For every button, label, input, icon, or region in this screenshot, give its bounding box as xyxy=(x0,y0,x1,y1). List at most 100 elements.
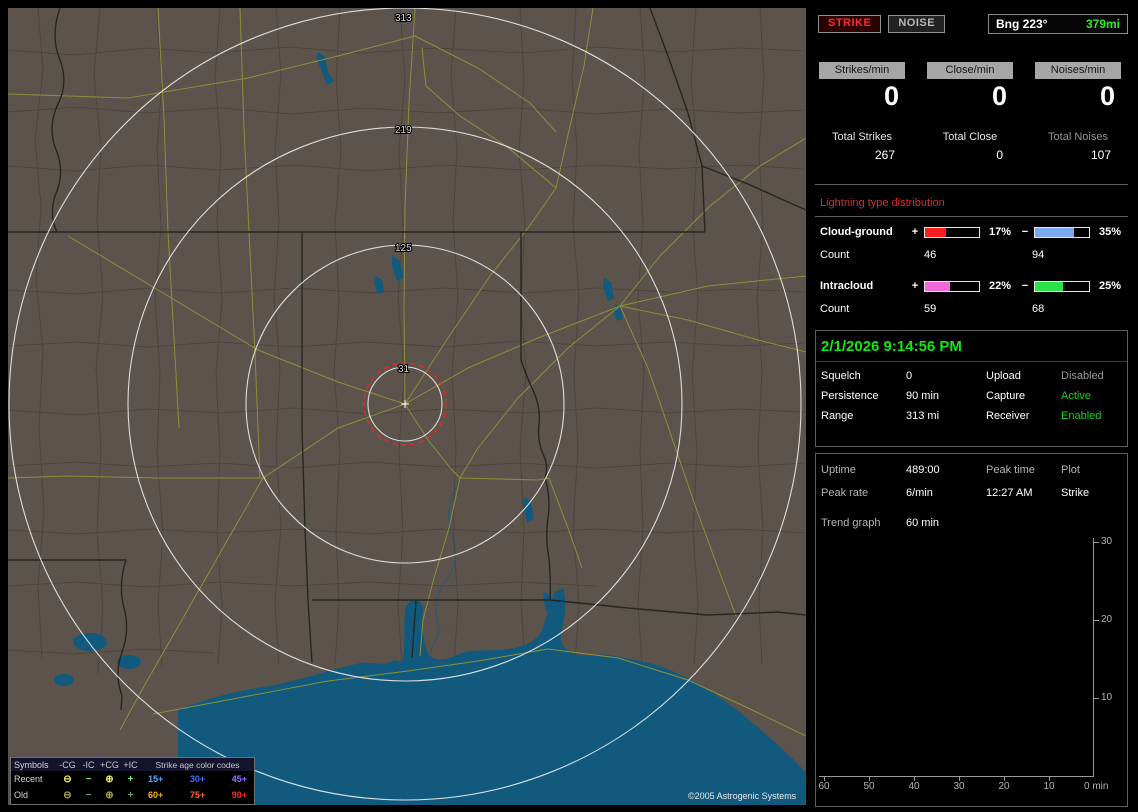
cloud-ground-count-row: Count 46 94 xyxy=(815,249,1130,262)
intracloud-count-row: Count 59 68 xyxy=(815,303,1130,316)
neg-ic-recent-icon: − xyxy=(85,773,92,785)
cg-plus-bar-fill xyxy=(925,227,946,237)
settings-row-squelch: Squelch 0 Upload Disabled xyxy=(816,366,1127,386)
cg-minus-bar xyxy=(1034,226,1090,238)
legend-recent-label: Recent xyxy=(14,774,43,784)
neg-ic-old-icon: − xyxy=(85,789,92,801)
ic-plus-bar-fill xyxy=(925,281,950,291)
plot-value: Strike xyxy=(1061,487,1090,499)
minus-sign: − xyxy=(1021,280,1029,292)
total-strikes-value: 267 xyxy=(874,148,895,162)
divider xyxy=(815,184,1128,185)
age-60: 60+ xyxy=(148,790,164,800)
bearing-value: Bng 223° xyxy=(996,17,1048,31)
stats-trend-box: Uptime 489:00 Peak time Plot Peak rate 6… xyxy=(815,453,1128,807)
count-label: Count xyxy=(820,249,850,261)
ic-minus-bar xyxy=(1034,280,1090,292)
range-ring-label: 31 xyxy=(398,364,410,375)
legend-recent-row: Recent ⊖ − ⊕ + 15+ 30+ 45+ xyxy=(11,771,254,787)
strike-button[interactable]: STRIKE xyxy=(818,15,882,33)
legend-col-neg-ic: -IC xyxy=(82,759,95,770)
y-tick xyxy=(1094,620,1099,621)
upload-label: Upload xyxy=(986,370,1021,382)
stats-row-trend: Trend graph 60 min xyxy=(816,514,1127,532)
x-tick-label: 40 xyxy=(908,781,920,792)
squelch-label: Squelch xyxy=(821,370,861,382)
total-close-label: Total Close xyxy=(942,131,998,143)
age-90: 90+ xyxy=(231,790,247,800)
legend-col-pos-ic: +IC xyxy=(123,759,138,770)
stats-row-2: Peak rate 6/min 12:27 AM Strike xyxy=(816,484,1127,502)
rate-values-row: 0 0 0 xyxy=(819,81,1121,112)
noises-per-min-value: 0 xyxy=(1099,81,1115,111)
settings-rows: Squelch 0 Upload Disabled Persistence 90… xyxy=(816,362,1127,426)
y-tick xyxy=(1094,698,1099,699)
y-tick-label: 20 xyxy=(1101,614,1113,625)
pos-cg-old-icon: ⊕ xyxy=(105,789,114,801)
peak-rate-value: 6/min xyxy=(906,487,933,499)
ic-minus-pct: 25% xyxy=(1098,280,1122,292)
cg-plus-pct: 17% xyxy=(988,226,1012,238)
x-tick-label: 20 xyxy=(998,781,1010,792)
cg-plus-count: 46 xyxy=(924,249,937,261)
range-label: Range xyxy=(821,410,854,422)
x-tick-label: 50 xyxy=(863,781,875,792)
persistence-label: Persistence xyxy=(821,390,879,402)
total-strikes-label: Total Strikes xyxy=(832,131,892,143)
y-tick xyxy=(1094,542,1099,543)
ic-minus-count: 68 xyxy=(1032,303,1045,315)
minus-sign: − xyxy=(1021,226,1029,238)
totals-values-row: 267 0 107 xyxy=(819,148,1121,162)
cloud-ground-row: Cloud-ground + 17% − 35% xyxy=(820,225,1128,239)
y-tick-label: 10 xyxy=(1101,692,1113,703)
close-per-min-label: Close/min xyxy=(927,62,1013,79)
receiver-info-box: 2/1/2026 9:14:56 PM Squelch 0 Upload Dis… xyxy=(815,330,1128,447)
divider xyxy=(815,216,1128,217)
age-15: 15+ xyxy=(148,774,164,784)
capture-label: Capture xyxy=(986,390,1026,402)
legend-recent-ages: 15+ 30+ 45+ xyxy=(141,774,254,784)
age-30: 30+ xyxy=(189,774,206,784)
legend-symbols-header: Symbols xyxy=(14,759,49,770)
cg-minus-bar-fill xyxy=(1035,227,1074,237)
x-tick-label: 60 xyxy=(818,781,830,792)
strikes-per-min-label: Strikes/min xyxy=(819,62,905,79)
close-per-min-value: 0 xyxy=(991,81,1007,111)
receiver-status: Enabled xyxy=(1061,410,1102,422)
plus-sign: + xyxy=(911,226,919,238)
x-tick-label: 10 xyxy=(1043,781,1055,792)
neg-cg-recent-icon: ⊖ xyxy=(63,773,72,785)
uptime-value: 489:00 xyxy=(906,464,940,476)
bearing-readout: Bng 223° 379mi xyxy=(988,14,1128,34)
noise-button[interactable]: NOISE xyxy=(888,15,946,33)
symbols-legend: Symbols -CG -IC +CG +IC Strike age color… xyxy=(10,757,255,805)
intracloud-label: Intracloud xyxy=(820,280,874,292)
legend-old-ages: 60+ 75+ 90+ xyxy=(141,790,254,800)
trend-graph-value: 60 min xyxy=(906,517,940,529)
settings-row-range: Range 313 mi Receiver Enabled xyxy=(816,406,1127,426)
intracloud-row: Intracloud + 22% − 25% xyxy=(820,279,1128,293)
range-value: 313 mi xyxy=(906,410,940,422)
persistence-value: 90 min xyxy=(906,390,940,402)
cg-plus-bar xyxy=(924,226,980,238)
strikes-per-min-value: 0 xyxy=(883,81,899,111)
noises-per-min-label: Noises/min xyxy=(1035,62,1121,79)
count-label: Count xyxy=(820,303,850,315)
range-ring-label: 125 xyxy=(395,243,412,254)
upload-status: Disabled xyxy=(1061,370,1104,382)
legend-old-label: Old xyxy=(14,790,29,800)
plot-label: Plot xyxy=(1061,464,1080,476)
capture-status: Active xyxy=(1061,390,1091,402)
cg-minus-pct: 35% xyxy=(1098,226,1122,238)
ic-plus-count: 59 xyxy=(924,303,937,315)
x-tick-label: 30 xyxy=(953,781,965,792)
receiver-label: Receiver xyxy=(986,410,1030,422)
trend-x-axis xyxy=(819,776,1094,777)
pos-ic-old-icon: + xyxy=(127,789,134,801)
datetime-display: 2/1/2026 9:14:56 PM xyxy=(816,331,1127,362)
legend-header-row: Symbols -CG -IC +CG +IC Strike age color… xyxy=(11,758,254,771)
distribution-title: Lightning type distribution xyxy=(820,197,945,209)
uptime-label: Uptime xyxy=(821,464,856,476)
legend-age-header: Strike age color codes xyxy=(155,759,240,770)
ic-plus-bar xyxy=(924,280,980,292)
